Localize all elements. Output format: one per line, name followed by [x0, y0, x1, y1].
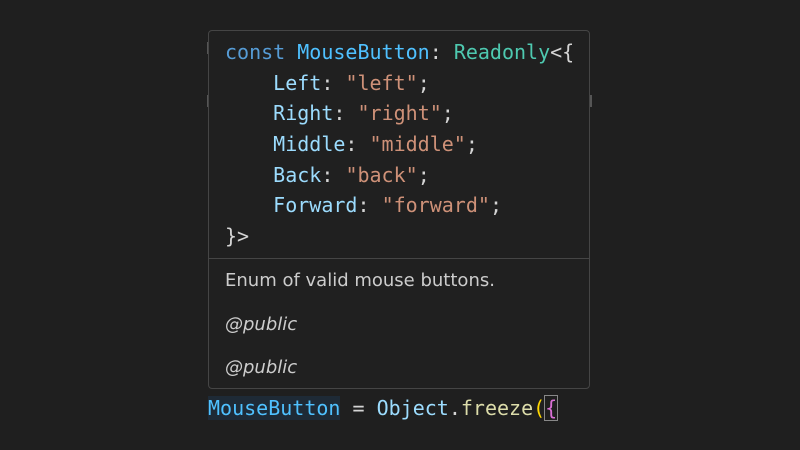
- dot: .: [448, 396, 461, 420]
- member-line: Right: "right";: [273, 101, 454, 126]
- method-name: freeze: [460, 396, 534, 420]
- member-value: "back": [345, 162, 418, 187]
- member-key: Back: [273, 162, 322, 187]
- member-line: Middle: "middle";: [273, 132, 478, 157]
- member-key: Left: [273, 70, 322, 95]
- member-line: Left: "left";: [273, 70, 430, 95]
- doc-tag: @public: [225, 314, 298, 335]
- hover-tooltip: const MouseButton: Readonly<{ Left: "lef…: [208, 30, 590, 389]
- member-key: Forward: [273, 193, 358, 218]
- member-key: Middle: [273, 132, 346, 157]
- operator: =: [340, 396, 377, 420]
- object-name: Object: [376, 396, 449, 420]
- description: Enum of valid mouse buttons.: [225, 270, 495, 291]
- background-code-fragment: [590, 95, 592, 107]
- member-value: "right": [357, 101, 442, 126]
- member-value: "forward": [381, 193, 490, 218]
- paren: (: [533, 396, 546, 420]
- identifier: MouseButton: [297, 40, 430, 64]
- divider: [209, 258, 589, 259]
- matched-brace: {: [544, 395, 559, 421]
- type-signature: const MouseButton: Readonly<{ Left: "lef…: [225, 37, 574, 252]
- member-value: "middle": [369, 132, 466, 157]
- signature-close: }>: [225, 224, 250, 249]
- doc-tag: @public: [225, 357, 298, 378]
- identifier-highlighted[interactable]: MouseButton: [208, 396, 341, 420]
- keyword: const: [225, 40, 286, 64]
- type-name: Readonly: [453, 40, 551, 64]
- colon: :: [429, 40, 454, 64]
- member-line: Back: "back";: [273, 162, 430, 187]
- open-bracket: <{: [550, 40, 575, 64]
- editor-code-line[interactable]: MouseButton = Object.freeze({: [208, 394, 559, 422]
- member-line: Forward: "forward";: [273, 193, 502, 218]
- signature-header: const MouseButton: Readonly<{: [225, 37, 574, 68]
- member-value: "left": [345, 70, 418, 95]
- member-key: Right: [273, 101, 334, 126]
